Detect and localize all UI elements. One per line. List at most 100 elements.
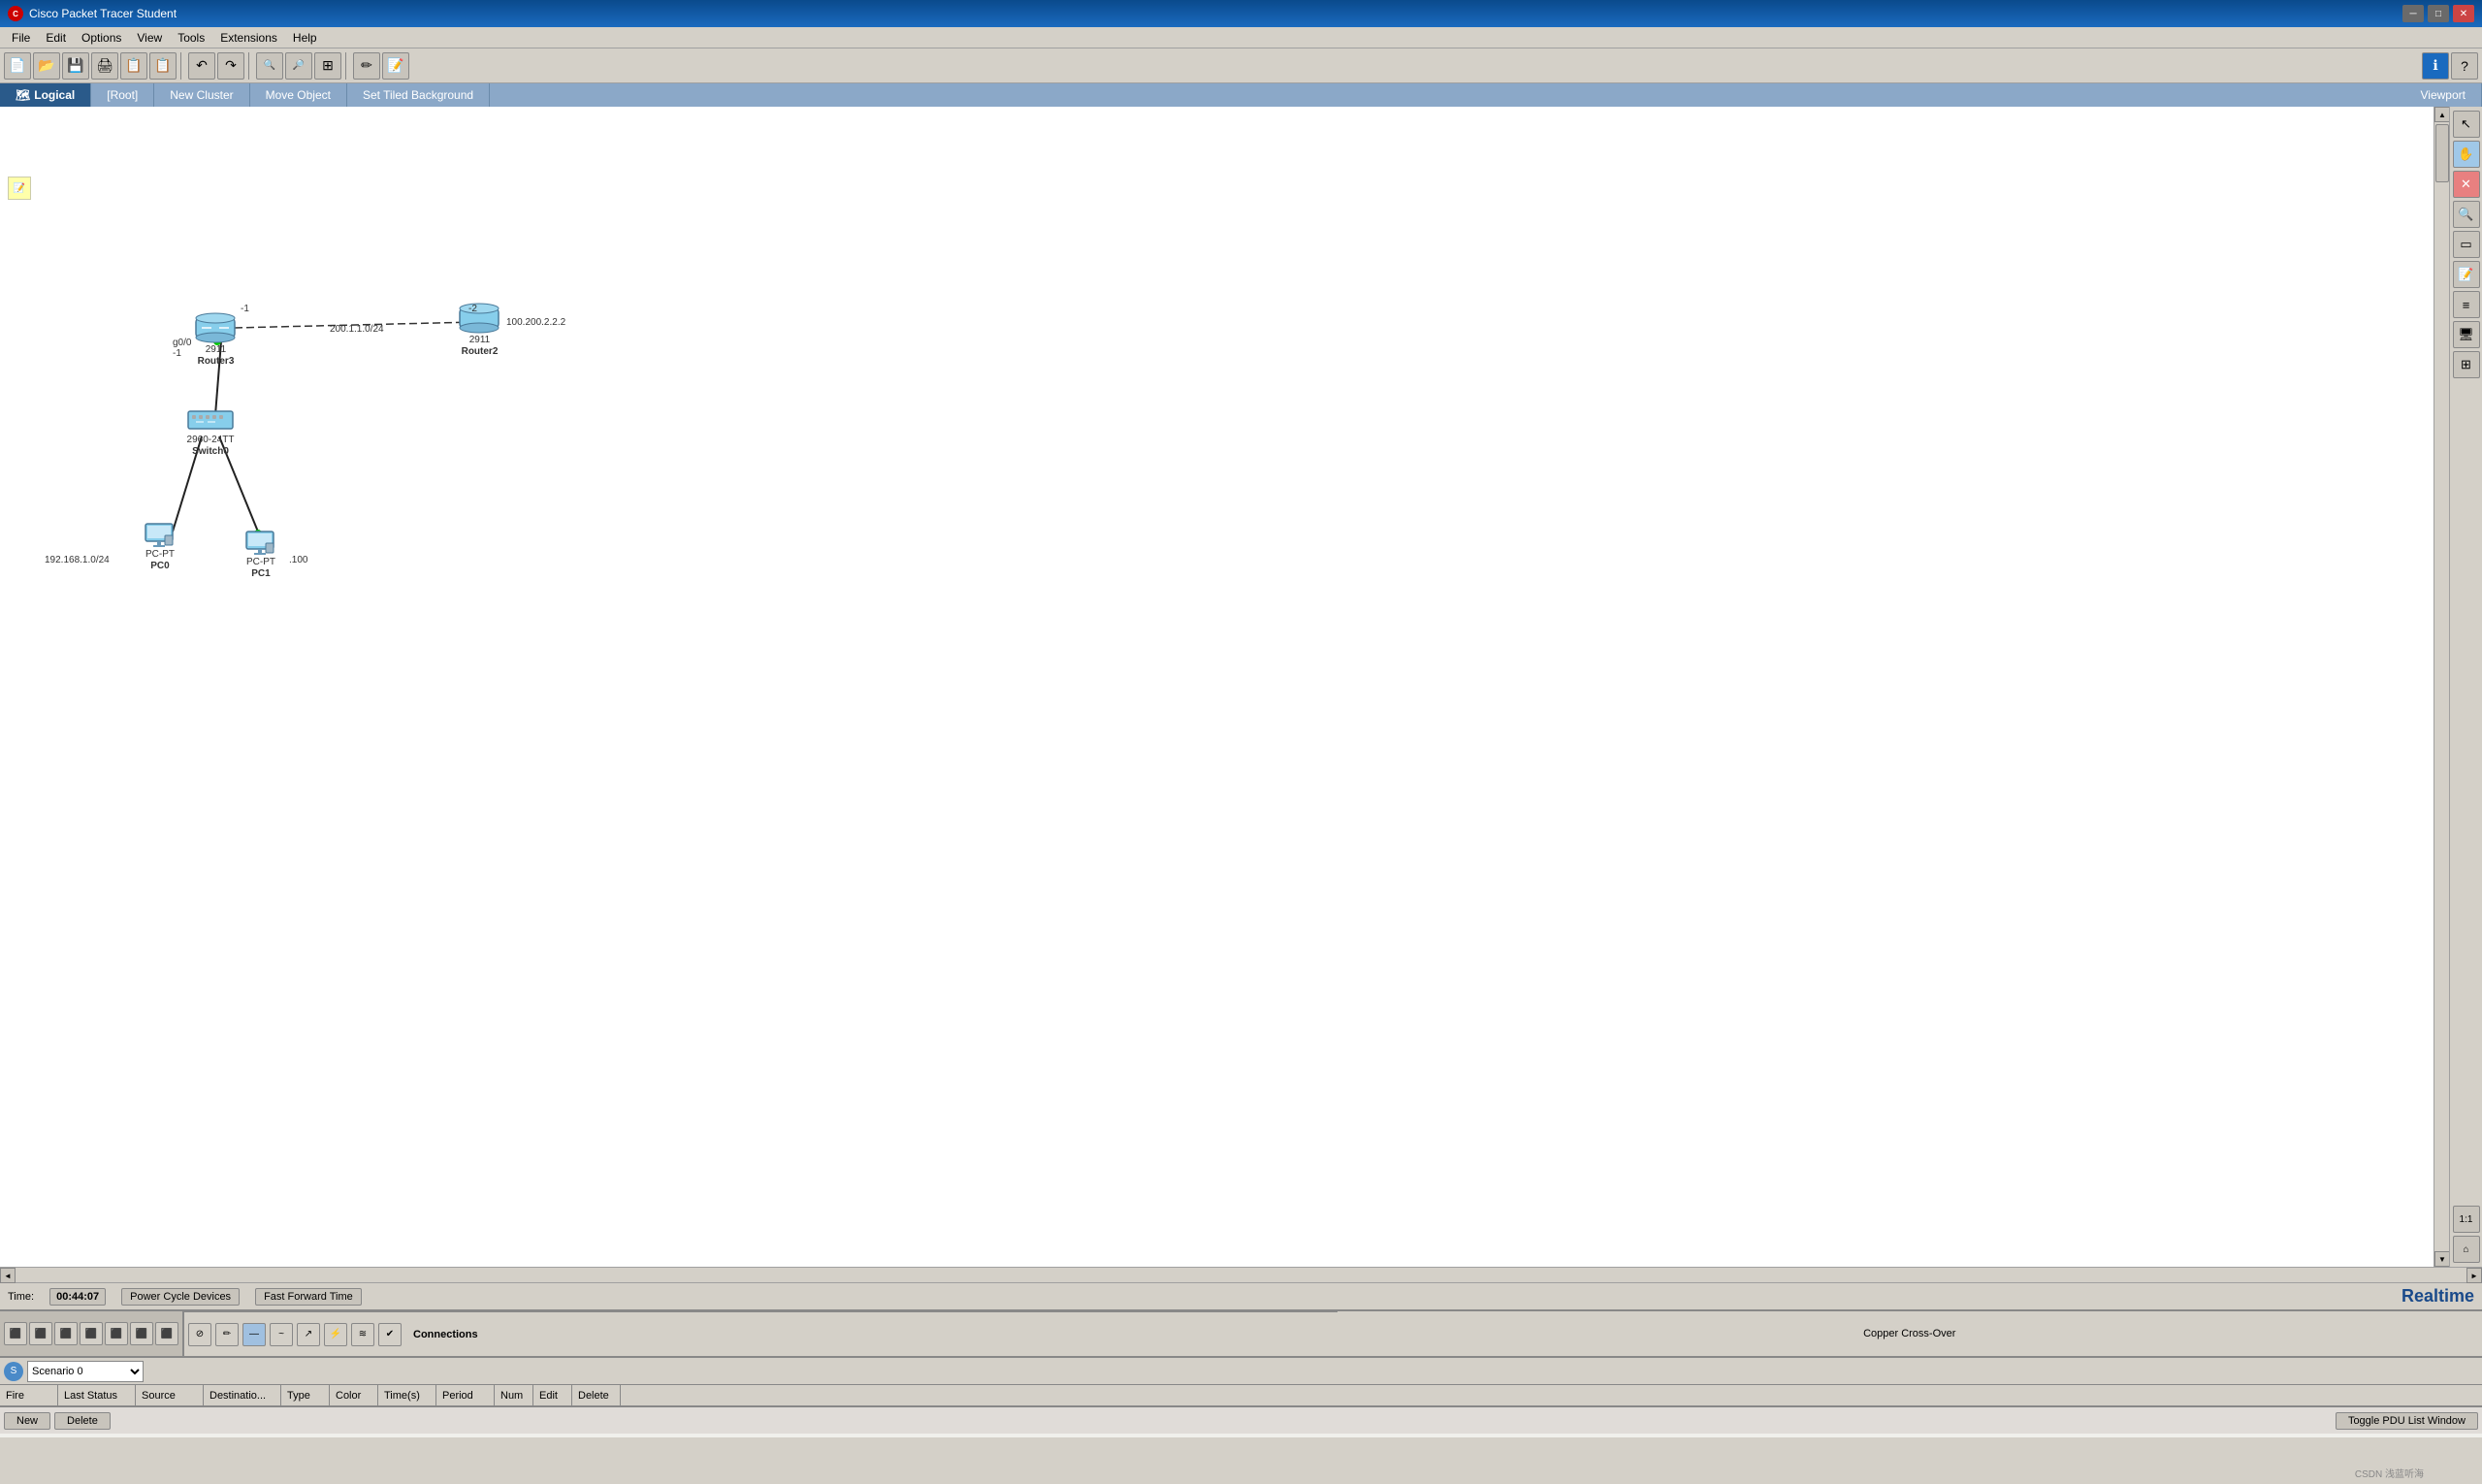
goto-origin-button[interactable]: ⌂ xyxy=(2453,1236,2480,1263)
tool-draw[interactable]: ✏ xyxy=(215,1323,239,1346)
separator1 xyxy=(180,52,184,80)
info-button[interactable]: ℹ xyxy=(2422,52,2449,80)
scenario-select[interactable]: Scenario 0 xyxy=(27,1361,144,1382)
hand-tool-button[interactable]: ✋ xyxy=(2453,141,2480,168)
device-cat-all[interactable]: ⬛ xyxy=(4,1322,27,1345)
menu-help[interactable]: Help xyxy=(285,29,325,47)
device-cat-wireless[interactable]: ⬛ xyxy=(105,1322,128,1345)
root-item[interactable]: [Root] xyxy=(91,83,154,107)
scroll-track[interactable] xyxy=(2434,122,2449,1251)
app-title: Cisco Packet Tracer Student xyxy=(29,7,177,20)
device-cat-routers[interactable]: ⬛ xyxy=(29,1322,52,1345)
place-note-button[interactable]: 📝 xyxy=(2453,261,2480,288)
save-button[interactable]: 💾 xyxy=(62,52,89,80)
undo-button[interactable]: ↶ xyxy=(188,52,215,80)
note-button[interactable]: 📝 xyxy=(382,52,409,80)
pc1-node[interactable]: PC-PT PC1 xyxy=(244,530,277,579)
canvas-area[interactable]: 2911 Router3 2911 Router2 xyxy=(0,107,2434,1267)
scroll-track-h[interactable] xyxy=(16,1268,2466,1282)
pdu-panel: S Scenario 0 Fire Last Status Source Des… xyxy=(0,1356,2482,1437)
help-button[interactable]: ? xyxy=(2451,52,2478,80)
scroll-up-button[interactable]: ▲ xyxy=(2434,107,2450,122)
pc0-node[interactable]: PC-PT PC0 xyxy=(144,522,177,571)
window-controls[interactable]: ─ □ ✕ xyxy=(2402,5,2474,22)
tool-pattern[interactable]: ≋ xyxy=(351,1323,374,1346)
zoom-in-button[interactable]: 🔍 xyxy=(256,52,283,80)
annotation-100-pc1: .100 xyxy=(289,555,307,565)
open-button[interactable]: 📂 xyxy=(33,52,60,80)
delete-tool-button[interactable]: ✕ xyxy=(2453,171,2480,198)
router2-node[interactable]: 2911 Router2 xyxy=(458,301,501,357)
time-display: 00:44:07 xyxy=(49,1288,106,1306)
close-button[interactable]: ✕ xyxy=(2453,5,2474,22)
menu-file[interactable]: File xyxy=(4,29,38,47)
tool-select[interactable]: ⊘ xyxy=(188,1323,211,1346)
switch0-node[interactable]: 2960-24TT Switch0 xyxy=(186,405,235,457)
zoom-fit-button[interactable]: ⊞ xyxy=(314,52,341,80)
col-destination: Destinatio... xyxy=(204,1385,281,1405)
vertical-scrollbar[interactable]: ▲ ▼ xyxy=(2434,107,2449,1267)
col-edit: Edit xyxy=(533,1385,572,1405)
set-tiled-bg-item[interactable]: Set Tiled Background xyxy=(347,83,490,107)
zoom-in-tool-button[interactable]: 🔍 xyxy=(2453,201,2480,228)
move-object-item[interactable]: Move Object xyxy=(250,83,347,107)
note-icon: 📝 xyxy=(8,177,31,200)
device-cat-switches[interactable]: ⬛ xyxy=(54,1322,78,1345)
bottom-tools: ⊘ ✏ — ~ ↗ ⚡ ≋ ✔ Connections xyxy=(184,1311,1338,1356)
power-cycle-button[interactable]: Power Cycle Devices xyxy=(121,1288,240,1306)
col-times: Time(s) xyxy=(378,1385,436,1405)
device-cat-wan[interactable]: ⬛ xyxy=(155,1322,178,1345)
annotation-g00: g0/0 xyxy=(173,338,191,348)
minimize-button[interactable]: ─ xyxy=(2402,5,2424,22)
pdu-new-button[interactable]: New xyxy=(4,1412,50,1430)
draw-rect-button[interactable]: ▭ xyxy=(2453,231,2480,258)
redo-button[interactable]: ↷ xyxy=(217,52,244,80)
col-fire: Fire xyxy=(0,1385,58,1405)
menu-edit[interactable]: Edit xyxy=(38,29,74,47)
copy-button[interactable]: 📋 xyxy=(120,52,147,80)
connections-tool-button[interactable]: ⊞ xyxy=(2453,351,2480,378)
draw-button[interactable]: ✏ xyxy=(353,52,380,80)
annotation-subnet-192: 192.168.1.0/24 xyxy=(45,555,110,565)
new-cluster-item[interactable]: New Cluster xyxy=(154,83,249,107)
paste-button[interactable]: 📋 xyxy=(149,52,177,80)
zoom-reset-button[interactable]: 1:1 xyxy=(2453,1206,2480,1233)
zoom-out-button[interactable]: 🔎 xyxy=(285,52,312,80)
horizontal-scrollbar[interactable]: ◄ ► xyxy=(0,1267,2482,1282)
tool-curved[interactable]: ~ xyxy=(270,1323,293,1346)
pc1-model-label: PC-PT xyxy=(246,557,275,568)
tool-lightning[interactable]: ⚡ xyxy=(324,1323,347,1346)
menu-bar: File Edit Options View Tools Extensions … xyxy=(0,27,2482,48)
devices-button[interactable]: 🖥 xyxy=(2453,321,2480,348)
filter-button[interactable]: ≡ xyxy=(2453,291,2480,318)
select-tool-button[interactable]: ↖ xyxy=(2453,111,2480,138)
menu-view[interactable]: View xyxy=(129,29,170,47)
device-cat-hubs[interactable]: ⬛ xyxy=(80,1322,103,1345)
menu-options[interactable]: Options xyxy=(74,29,129,47)
device-cat-security[interactable]: ⬛ xyxy=(130,1322,153,1345)
scroll-thumb[interactable] xyxy=(2435,124,2449,182)
scroll-right-button[interactable]: ► xyxy=(2466,1268,2482,1283)
fast-forward-button[interactable]: Fast Forward Time xyxy=(255,1288,362,1306)
status-bar: Time: 00:44:07 Power Cycle Devices Fast … xyxy=(0,1282,2482,1309)
menu-extensions[interactable]: Extensions xyxy=(212,29,285,47)
router2-model-label: 2911 xyxy=(469,335,491,346)
menu-tools[interactable]: Tools xyxy=(170,29,212,47)
set-tiled-bg-label: Set Tiled Background xyxy=(363,88,473,102)
tool-straight[interactable]: — xyxy=(242,1323,266,1346)
print-button[interactable]: 🖨 xyxy=(91,52,118,80)
logical-view-item[interactable]: 🗺 Logical xyxy=(0,83,91,107)
router3-node[interactable]: 2911 Router3 xyxy=(194,310,238,367)
viewport-item[interactable]: Viewport xyxy=(2405,83,2482,107)
new-button[interactable]: 📄 xyxy=(4,52,31,80)
col-last-status: Last Status xyxy=(58,1385,136,1405)
tool-diagonal[interactable]: ↗ xyxy=(297,1323,320,1346)
content-wrapper: 2911 Router3 2911 Router2 xyxy=(0,107,2482,1267)
maximize-button[interactable]: □ xyxy=(2428,5,2449,22)
scroll-down-button[interactable]: ▼ xyxy=(2434,1251,2450,1267)
pc0-icon xyxy=(144,522,177,549)
tool-check[interactable]: ✔ xyxy=(378,1323,402,1346)
pdu-delete-button[interactable]: Delete xyxy=(54,1412,111,1430)
toggle-pdu-button[interactable]: Toggle PDU List Window xyxy=(2336,1412,2478,1430)
scroll-left-button[interactable]: ◄ xyxy=(0,1268,16,1283)
